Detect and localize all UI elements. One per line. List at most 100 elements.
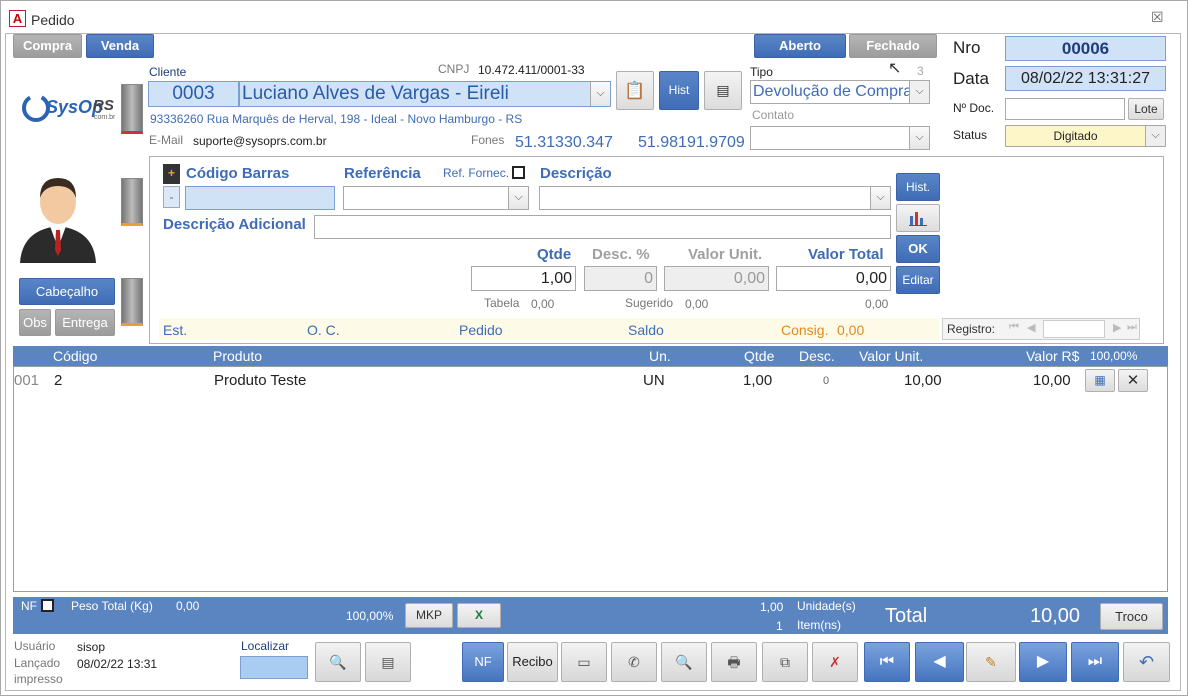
- mouse-cursor-icon: ↖: [888, 60, 902, 77]
- prev-icon[interactable]: ◀: [915, 642, 964, 682]
- cliente-label: Cliente: [149, 65, 187, 79]
- entrega-button[interactable]: Entrega: [55, 309, 115, 336]
- card-icon[interactable]: ▤: [365, 642, 411, 682]
- usuario-label: Usuário: [14, 639, 56, 653]
- row-delete-icon[interactable]: ✕: [1118, 369, 1148, 392]
- valor-unit-input[interactable]: 0,00: [664, 266, 769, 291]
- localizar-input[interactable]: [240, 656, 308, 679]
- side-handle-3[interactable]: [121, 278, 143, 326]
- chevron-down-icon[interactable]: ⌵: [508, 187, 528, 209]
- footer-pct: 100,00%: [346, 609, 394, 623]
- next-icon[interactable]: ▶: [1019, 642, 1067, 682]
- ndoc-label: Nº Doc.: [953, 101, 995, 115]
- excel-icon[interactable]: X: [457, 603, 501, 628]
- tab-venda[interactable]: Venda: [86, 34, 154, 58]
- chevron-down-icon[interactable]: ⌵: [870, 187, 890, 209]
- last-icon[interactable]: ⏭: [1071, 642, 1119, 682]
- desc-pct-input[interactable]: 0: [584, 266, 657, 291]
- card-icon[interactable]: ▤: [704, 71, 742, 110]
- est-label: Est.: [163, 322, 188, 338]
- lote-button[interactable]: Lote: [1128, 98, 1164, 120]
- next-record-icon[interactable]: ▶: [1113, 321, 1121, 334]
- bar-chart-icon[interactable]: [896, 204, 940, 232]
- col-qtde[interactable]: Qtde: [744, 348, 774, 364]
- item-hist-button[interactable]: Hist.: [896, 173, 940, 201]
- contato-select[interactable]: ⌵: [750, 126, 930, 150]
- side-handle-2[interactable]: [121, 178, 143, 226]
- row-calc-icon[interactable]: ▦: [1085, 369, 1115, 392]
- undo-icon[interactable]: ↶: [1123, 642, 1170, 682]
- clipboard-icon[interactable]: 📋: [616, 71, 654, 110]
- tipo-label: Tipo: [750, 65, 773, 79]
- tabela-label: Tabela: [484, 296, 520, 310]
- table-row[interactable]: 001 2 Produto Teste UN 1,00 0 10,00 10,0…: [14, 367, 1167, 393]
- qtde-label: Qtde: [537, 246, 572, 263]
- descricao-select[interactable]: ⌵: [539, 186, 891, 210]
- fones-label: Fones: [471, 133, 505, 147]
- new-doc-icon[interactable]: ✎: [966, 642, 1016, 682]
- editar-button[interactable]: Editar: [896, 266, 940, 294]
- status-fechado-button[interactable]: Fechado: [849, 34, 937, 58]
- valor-unit-label: Valor Unit.: [688, 246, 763, 263]
- phone-icon[interactable]: ✆: [611, 642, 657, 682]
- col-valor[interactable]: Valor R$: [1026, 348, 1079, 364]
- nf-checkbox[interactable]: [41, 599, 54, 612]
- cliente-address: 93336260 Rua Marquês de Herval, 198 - Id…: [150, 112, 523, 126]
- peso-value: 0,00: [176, 599, 200, 613]
- side-handle-1[interactable]: [121, 84, 143, 134]
- col-desc[interactable]: Desc.: [799, 348, 835, 364]
- valor-total-input[interactable]: 0,00: [776, 266, 891, 291]
- cliente-name-select[interactable]: Luciano Alves de Vargas - Eireli ⌵: [239, 81, 611, 107]
- ok-button[interactable]: OK: [896, 235, 940, 263]
- chevron-down-icon[interactable]: ⌵: [909, 127, 929, 149]
- prev-record-icon[interactable]: ◀: [1027, 321, 1035, 334]
- mkp-button[interactable]: MKP: [405, 603, 453, 628]
- status-aberto-button[interactable]: Aberto: [754, 34, 846, 58]
- ndoc-input[interactable]: [1005, 98, 1125, 120]
- desc-adicional-label: Descrição Adicional: [163, 216, 306, 233]
- referencia-label: Referência: [344, 165, 421, 182]
- search-doc-icon[interactable]: 🔍: [315, 642, 361, 682]
- total-label: Total: [885, 605, 928, 627]
- status-select[interactable]: Digitado ⌵: [1005, 125, 1166, 147]
- registro-input[interactable]: [1043, 320, 1105, 338]
- plus-button[interactable]: +: [163, 164, 180, 184]
- tab-compra[interactable]: Compra: [13, 34, 82, 58]
- referencia-select[interactable]: ⌵: [343, 186, 529, 210]
- nf-button[interactable]: NF: [462, 642, 504, 682]
- troco-button[interactable]: Troco: [1100, 603, 1163, 630]
- recibo-button[interactable]: Recibo: [507, 642, 558, 682]
- chevron-down-icon[interactable]: ⌵: [909, 81, 929, 103]
- col-un[interactable]: Un.: [649, 348, 671, 364]
- title-bar: A Pedido ☒: [1, 1, 1187, 34]
- copy-icon[interactable]: ⧉: [762, 642, 808, 682]
- desc-adicional-input[interactable]: [314, 215, 891, 239]
- cnpj-value: 10.472.411/0001-33: [478, 63, 585, 77]
- close-icon[interactable]: ☒: [1151, 9, 1164, 26]
- chevron-down-icon[interactable]: ⌵: [1145, 126, 1165, 146]
- cell-desc: 0: [823, 375, 830, 387]
- delete-doc-icon[interactable]: ✗: [812, 642, 858, 682]
- cliente-code-input[interactable]: 0003: [148, 81, 239, 107]
- obs-button[interactable]: Obs: [19, 309, 51, 336]
- col-valor-unit[interactable]: Valor Unit.: [859, 348, 923, 364]
- chevron-down-icon[interactable]: ⌵: [590, 82, 610, 106]
- first-icon[interactable]: ⏮: [864, 642, 910, 682]
- first-record-icon[interactable]: ⏮: [1009, 321, 1019, 334]
- cabecalho-button[interactable]: Cabeçalho: [19, 278, 115, 305]
- printer-icon[interactable]: 🖶: [711, 642, 757, 682]
- ref-fornec-checkbox[interactable]: [512, 166, 525, 179]
- nro-value: 00006: [1005, 36, 1166, 61]
- cliente-hist-button[interactable]: Hist: [659, 71, 699, 110]
- last-record-icon[interactable]: ⏭: [1127, 321, 1137, 334]
- card-small-icon[interactable]: ▭: [561, 642, 607, 682]
- window-title: Pedido: [31, 12, 75, 28]
- codigo-barras-input[interactable]: [185, 186, 335, 210]
- col-codigo[interactable]: Código: [53, 348, 97, 364]
- data-value[interactable]: 08/02/22 13:31:27: [1005, 66, 1166, 91]
- minus-button[interactable]: -: [163, 186, 180, 208]
- tipo-select[interactable]: Devolução de Compra ⌵: [750, 80, 930, 104]
- preview-icon[interactable]: 🔍: [661, 642, 707, 682]
- qtde-input[interactable]: 1,00: [471, 266, 576, 291]
- col-produto[interactable]: Produto: [213, 348, 262, 364]
